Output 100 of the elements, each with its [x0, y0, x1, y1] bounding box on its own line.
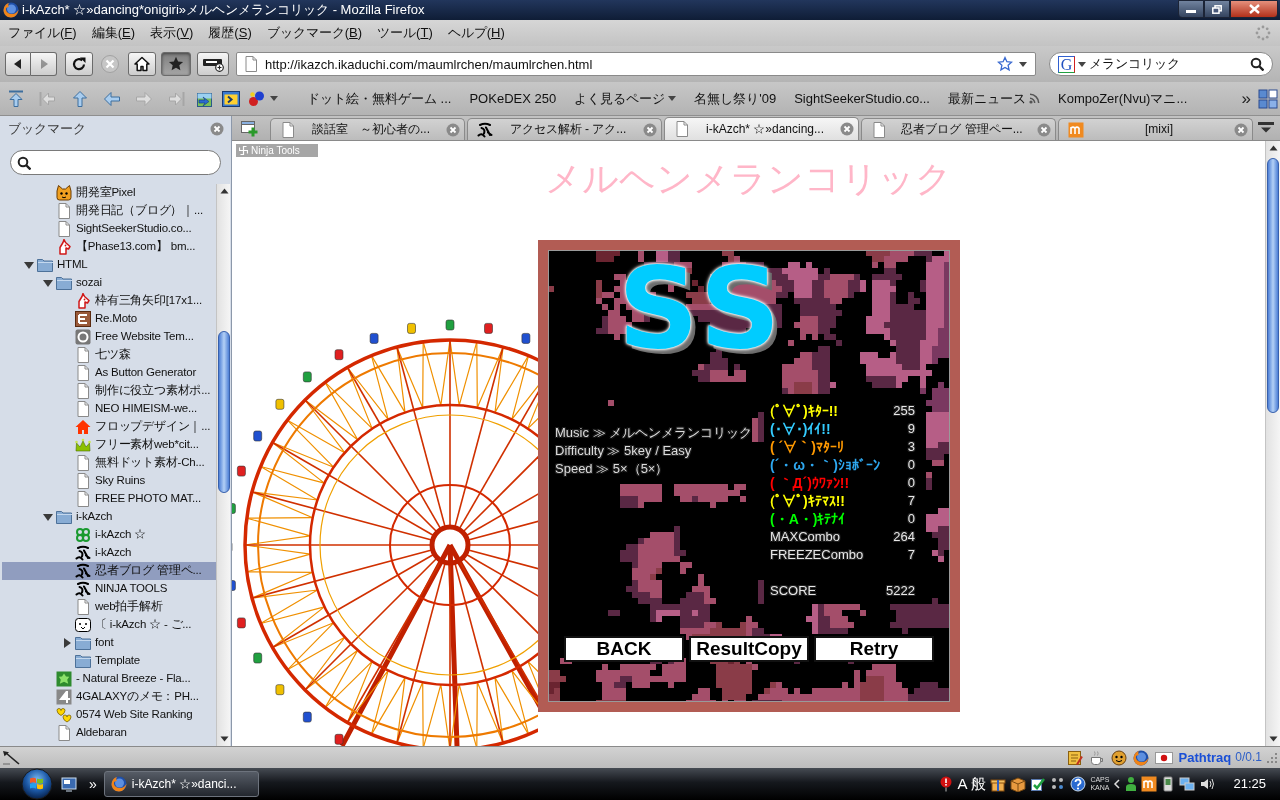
bookmark-item[interactable]: 開発室Pixel — [2, 184, 216, 202]
dropdown-caret-icon[interactable] — [1078, 60, 1086, 68]
bookmarks-button[interactable] — [161, 52, 191, 76]
ime-mode-indicator[interactable]: A — [957, 775, 968, 793]
back-button[interactable] — [5, 52, 31, 76]
browser-tab[interactable]: 忍者ブログ 管理ペー... — [861, 118, 1056, 140]
bookmark-item[interactable]: 制作に役立つ素材ポ... — [2, 382, 216, 400]
folder-item[interactable]: HTML — [2, 256, 216, 274]
minimize-button[interactable] — [1178, 0, 1204, 18]
notepad-icon[interactable] — [1066, 749, 1083, 766]
close-tab-icon[interactable] — [840, 122, 854, 136]
bookmark-star-icon[interactable] — [997, 56, 1013, 72]
clock-time[interactable]: 21:25 — [1233, 776, 1266, 792]
bookmark-item[interactable]: - Natural Breeze - Fla... — [2, 670, 216, 688]
bookmark-link[interactable]: KompoZer(Nvu)マニ... — [1049, 88, 1197, 109]
mobile-phone-icon[interactable] — [1161, 776, 1176, 792]
ime-dictionary-indicator[interactable]: 般 — [971, 775, 987, 793]
close-tab-icon[interactable] — [446, 122, 460, 137]
search-icon[interactable] — [1250, 57, 1264, 71]
resize-grip-icon[interactable] — [1266, 751, 1278, 764]
bookmark-item[interactable]: Free Website Tem... — [2, 328, 216, 346]
bookmark-item[interactable]: i-kAzch ☆ — [2, 526, 216, 544]
bookmark-item[interactable]: As Button Generator — [2, 364, 216, 382]
back-button[interactable]: BACK — [564, 636, 684, 662]
menu-item[interactable]: 編集(E) — [84, 23, 143, 43]
speaker-icon[interactable] — [1199, 776, 1216, 792]
bookmark-item[interactable]: 開発日記（ブログ）｜... — [2, 202, 216, 220]
bookmark-item[interactable]: 0574 Web Site Ranking — [2, 706, 216, 724]
folder-item[interactable]: sozai — [2, 274, 216, 292]
home-button[interactable] — [128, 52, 156, 76]
close-tab-icon[interactable] — [1037, 122, 1051, 137]
browser-tab[interactable]: 談話室 ～初心者の... — [270, 118, 465, 140]
close-tab-icon[interactable] — [1234, 122, 1248, 137]
bookmark-item[interactable]: 【Phase13.com】 bm... — [2, 238, 216, 256]
bookmark-link[interactable]: ドット絵・無料ゲーム ... — [298, 88, 461, 109]
bookmark-item[interactable]: Sky Ruins — [2, 472, 216, 490]
device-button[interactable] — [197, 52, 229, 76]
reload-button[interactable] — [65, 52, 93, 76]
bookmark-item[interactable]: 忍者ブログ 管理ペ... — [2, 562, 216, 580]
bookmark-item[interactable]: SightSeekerStudio.co... — [2, 220, 216, 238]
menu-item[interactable]: 履歴(S) — [201, 23, 260, 43]
bookmark-item[interactable]: Aldebaran — [2, 724, 216, 742]
bookmark-item[interactable]: 4GALAXYのメモ：PH... — [2, 688, 216, 706]
bookmark-link[interactable]: POKeDEX 250 — [460, 88, 566, 109]
bookmark-link[interactable]: 最新ニュース — [939, 88, 1049, 109]
scrollbar-thumb[interactable] — [1267, 158, 1279, 413]
package-icon[interactable] — [1010, 776, 1027, 792]
menu-item[interactable]: ファイル(F) — [1, 23, 85, 43]
close-button[interactable] — [1230, 0, 1278, 18]
addon-name[interactable]: Pathtraq — [1178, 749, 1232, 766]
folder-item[interactable]: font — [2, 634, 216, 652]
folder-item[interactable]: i-kAzch — [2, 508, 216, 526]
bookmark-item[interactable]: NEO HIMEISM-we... — [2, 400, 216, 418]
browser-tab[interactable]: [mixi] — [1058, 118, 1253, 140]
retry-button[interactable]: Retry — [814, 636, 934, 662]
taskbar-window-button[interactable]: i-kAzch* ☆»danci... — [103, 771, 259, 797]
maximize-button[interactable] — [1204, 0, 1230, 18]
menu-item[interactable]: ツール(T) — [370, 23, 441, 43]
bookmark-link[interactable]: 名無し祭り'09 — [685, 88, 786, 109]
bookmark-link[interactable]: SightSeekerStudio.co... — [785, 88, 939, 109]
menu-item[interactable]: ブックマーク(B) — [259, 23, 371, 43]
chevron-left-icon[interactable] — [1113, 778, 1122, 790]
search-bar[interactable]: G メランコリック — [1049, 52, 1273, 76]
copy-result-button[interactable]: ResultCopy — [689, 636, 809, 662]
person-icon[interactable] — [1125, 776, 1138, 792]
bookmark-folder[interactable]: よく見るページ — [565, 88, 686, 109]
expanded-arrow-icon[interactable] — [43, 512, 53, 522]
bookmark-item[interactable]: 無料ドット素材-Ch... — [2, 454, 216, 472]
dropdown-caret-icon[interactable] — [1019, 60, 1027, 68]
smiley-icon[interactable] — [1110, 749, 1127, 766]
search-input[interactable]: メランコリック — [1089, 54, 1247, 74]
fox-globe-icon[interactable] — [1132, 749, 1149, 766]
letter-tile-icon[interactable] — [1141, 776, 1158, 792]
bookmark-item[interactable]: 七ツ森 — [2, 346, 216, 364]
caret-icon[interactable] — [270, 95, 278, 102]
diagonal-arrow-icon[interactable] — [2, 749, 20, 766]
address-bar[interactable]: http://ikazch.ikaduchi.com/maumlrchen/maumlrchen.html — [236, 52, 1036, 76]
cup-icon[interactable] — [1088, 749, 1105, 766]
bookmark-item[interactable]: 〔 i-kAzch ☆ - ご... — [2, 616, 216, 634]
network-icon[interactable] — [1179, 776, 1196, 792]
expanded-arrow-icon[interactable] — [24, 260, 34, 270]
menu-item[interactable]: ヘルプ(H) — [440, 23, 513, 43]
new-tab-icon[interactable] — [240, 119, 260, 137]
bookmark-item[interactable]: FREE PHOTO MAT... — [2, 490, 216, 508]
collapsed-arrow-icon[interactable] — [62, 638, 72, 648]
search-engine-selector[interactable]: G — [1058, 55, 1075, 73]
more-bookmarks-button[interactable]: » — [1238, 89, 1254, 108]
bookmark-item[interactable]: Re.Moto — [2, 310, 216, 328]
help-icon[interactable] — [1070, 776, 1087, 792]
address-input[interactable]: http://ikazch.ikaduchi.com/maumlrchen/maumlrchen.html — [265, 54, 991, 74]
gift-box-icon[interactable] — [990, 776, 1007, 792]
flag-icon[interactable] — [1154, 750, 1173, 765]
bookmark-item[interactable]: 枠有三角矢印[17x1... — [2, 292, 216, 310]
bookmark-item[interactable]: フリー素材web*cit... — [2, 436, 216, 454]
menu-item[interactable]: 表示(V) — [143, 23, 202, 43]
folder-item[interactable]: Template — [2, 652, 216, 670]
browser-tab[interactable]: アクセス解析 - アク... — [467, 118, 662, 140]
start-orb-icon[interactable] — [21, 768, 53, 800]
desktop-icon[interactable] — [61, 776, 77, 792]
checkmark-icon[interactable] — [1030, 776, 1047, 792]
